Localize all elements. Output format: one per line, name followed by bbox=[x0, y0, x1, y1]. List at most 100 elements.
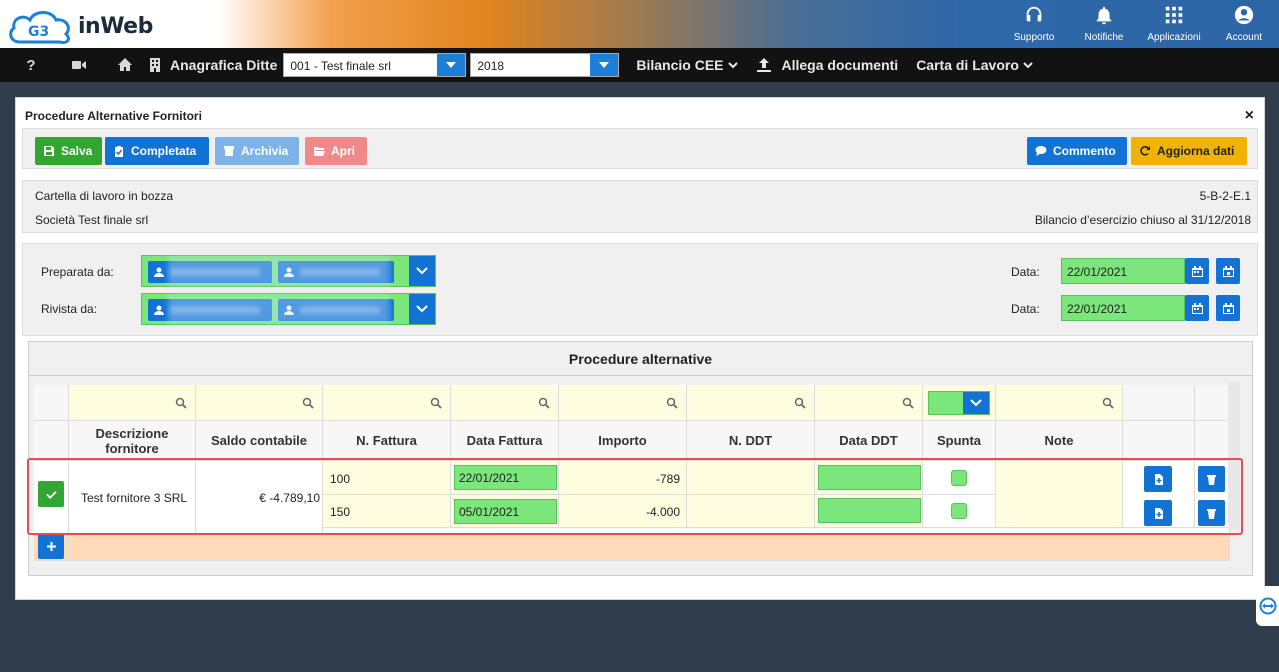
user-icon bbox=[154, 305, 164, 315]
question-icon: ? bbox=[26, 56, 36, 74]
cloud-logo-icon: G3 bbox=[9, 11, 70, 44]
user-icon bbox=[154, 267, 164, 277]
allega-documenti-button[interactable]: Allega documenti bbox=[756, 57, 898, 73]
bilancio-menu[interactable]: Bilancio CEE bbox=[636, 57, 738, 73]
filter-fornitore[interactable] bbox=[69, 385, 196, 421]
chevron-down-icon bbox=[963, 392, 989, 414]
calendar-icon[interactable] bbox=[1185, 295, 1209, 321]
anagrafica-link[interactable]: Anagrafica Ditte bbox=[170, 57, 277, 73]
header-cell bbox=[1195, 421, 1230, 461]
header-cell bbox=[34, 421, 69, 461]
main-navbar: ? Anagrafica Ditte 001 - Test finale srl… bbox=[0, 48, 1279, 82]
search-icon bbox=[175, 397, 187, 409]
header-n-ddt: N. DDT bbox=[687, 421, 815, 461]
company-select[interactable]: 001 - Test finale srl bbox=[283, 53, 467, 77]
chevron-down-icon[interactable] bbox=[409, 256, 435, 286]
filter-cell bbox=[1123, 385, 1195, 421]
commento-label: Commento bbox=[1053, 144, 1116, 158]
panel-title: Procedure Alternative Fornitori bbox=[25, 109, 202, 123]
redaction-blur bbox=[168, 294, 390, 324]
chevron-down-icon bbox=[1023, 62, 1033, 69]
rivista-date-input[interactable]: 22/01/2021 bbox=[1061, 295, 1185, 321]
rivista-select[interactable] bbox=[141, 293, 436, 325]
search-icon bbox=[302, 397, 314, 409]
filter-data-fattura[interactable] bbox=[451, 385, 559, 421]
notifications-button[interactable]: Notifiche bbox=[1069, 0, 1139, 48]
data-label: Data: bbox=[1011, 265, 1040, 279]
aggiorna-dati-button[interactable]: Aggiorna dati bbox=[1131, 137, 1247, 165]
user-circle-icon bbox=[1234, 5, 1254, 25]
preparata-date-input[interactable]: 22/01/2021 bbox=[1061, 258, 1185, 284]
header-saldo: Saldo contabile bbox=[196, 421, 323, 461]
notifications-label: Notifiche bbox=[1084, 32, 1124, 43]
search-icon bbox=[430, 397, 442, 409]
header-note: Note bbox=[996, 421, 1123, 461]
balance-text: Bilancio d’esercizio chiuso al 31/12/201… bbox=[1034, 213, 1251, 227]
support-button[interactable]: Supporto bbox=[999, 0, 1069, 48]
filter-spunta[interactable] bbox=[923, 385, 996, 421]
new-row-cell bbox=[69, 536, 1230, 561]
year-select[interactable]: 2018 bbox=[470, 53, 620, 77]
header-n-fattura: N. Fattura bbox=[323, 421, 451, 461]
logo-letters: G3 bbox=[28, 24, 49, 40]
filter-note[interactable] bbox=[996, 385, 1123, 421]
data-label: Data: bbox=[1011, 302, 1040, 316]
applications-button[interactable]: Applicazioni bbox=[1139, 0, 1209, 48]
top-banner: G3 inWeb Supporto Notifiche Applicazioni… bbox=[0, 0, 1279, 48]
teamviewer-icon[interactable] bbox=[1256, 586, 1279, 626]
building-icon bbox=[150, 58, 160, 72]
spunta-filter-select[interactable] bbox=[928, 391, 990, 415]
apri-button[interactable]: Apri bbox=[305, 137, 367, 165]
reference-code: 5-B-2-E.1 bbox=[1199, 189, 1251, 203]
add-row-cell bbox=[34, 533, 69, 561]
search-icon bbox=[794, 397, 806, 409]
chevron-down-icon bbox=[727, 62, 738, 69]
save-button[interactable]: Salva bbox=[35, 137, 102, 165]
caret-down-icon bbox=[437, 54, 466, 76]
procedure-title: Procedure alternative bbox=[29, 342, 1252, 376]
completata-button[interactable]: Completata bbox=[105, 137, 209, 165]
filter-importo[interactable] bbox=[559, 385, 687, 421]
video-button[interactable] bbox=[62, 48, 96, 82]
filter-cell bbox=[34, 385, 69, 421]
completata-label: Completata bbox=[131, 144, 197, 158]
filter-saldo[interactable] bbox=[196, 385, 323, 421]
video-camera-icon bbox=[72, 61, 86, 69]
account-button[interactable]: Account bbox=[1209, 0, 1279, 48]
floppy-icon bbox=[44, 146, 54, 156]
home-icon bbox=[118, 58, 132, 71]
headset-icon bbox=[1026, 6, 1042, 22]
carta-lavoro-menu[interactable]: Carta di Lavoro bbox=[916, 57, 1033, 73]
year-select-value: 2018 bbox=[477, 59, 505, 73]
caret-down-icon bbox=[590, 54, 619, 76]
commento-button[interactable]: Commento bbox=[1027, 137, 1127, 165]
preparata-select[interactable] bbox=[141, 255, 436, 287]
company-text: Società Test finale srl bbox=[35, 213, 149, 227]
chevron-down-icon[interactable] bbox=[409, 294, 435, 324]
archive-icon bbox=[224, 146, 234, 156]
header-data-ddt: Data DDT bbox=[815, 421, 923, 461]
header-importo: Importo bbox=[559, 421, 687, 461]
filter-n-fattura[interactable] bbox=[323, 385, 451, 421]
plus-icon[interactable] bbox=[38, 533, 64, 559]
apri-label: Apri bbox=[331, 144, 355, 158]
filter-cell bbox=[1195, 385, 1230, 421]
filter-data-ddt[interactable] bbox=[815, 385, 923, 421]
folder-open-icon bbox=[314, 147, 325, 156]
close-icon[interactable]: × bbox=[1245, 107, 1254, 125]
help-button[interactable]: ? bbox=[14, 48, 48, 82]
calendar-check-icon[interactable] bbox=[1216, 258, 1240, 284]
refresh-icon bbox=[1140, 146, 1150, 156]
save-label: Salva bbox=[61, 144, 93, 158]
app-logo[interactable]: G3 inWeb bbox=[6, 4, 153, 44]
info-box: Cartella di lavoro in bozza Società Test… bbox=[22, 180, 1258, 233]
filter-n-ddt[interactable] bbox=[687, 385, 815, 421]
home-button[interactable] bbox=[108, 48, 142, 82]
app-name: inWeb bbox=[78, 14, 153, 39]
calendar-check-icon[interactable] bbox=[1216, 295, 1240, 321]
calendar-icon[interactable] bbox=[1185, 258, 1209, 284]
archivia-button[interactable]: Archivia bbox=[215, 137, 299, 165]
signature-box: Preparata da: Data: 22/01/2021 Rivista d… bbox=[22, 243, 1258, 336]
search-icon bbox=[1102, 397, 1114, 409]
aggiorna-label: Aggiorna dati bbox=[1157, 144, 1235, 158]
